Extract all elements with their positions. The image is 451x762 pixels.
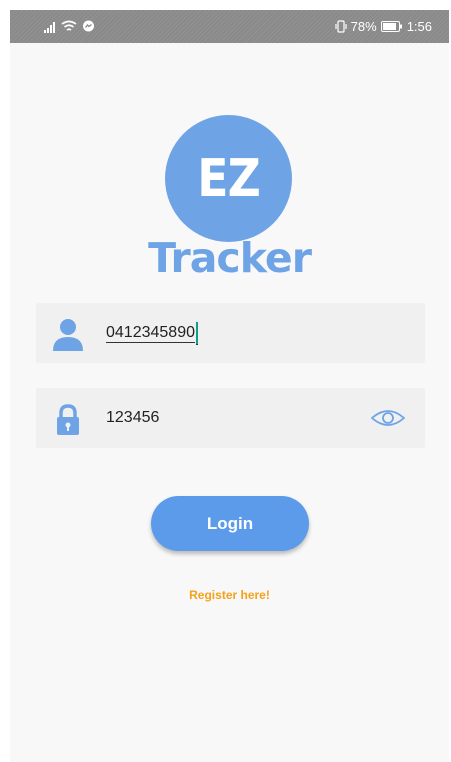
messenger-icon: [83, 20, 94, 32]
wifi-icon: [61, 20, 77, 31]
status-icons-left: [44, 18, 95, 35]
eye-icon[interactable]: [371, 407, 405, 429]
lock-icon: [57, 404, 79, 435]
status-icons-right: 78% 1:56: [335, 18, 432, 35]
phone-value[interactable]: 0412345890: [106, 303, 198, 363]
login-screen: 78% 1:56 EZ Tracker 0412345890 123456 Lo…: [10, 10, 449, 762]
login-button[interactable]: Login: [151, 496, 309, 551]
user-icon: [53, 319, 83, 351]
battery-percent: 78%: [350, 19, 377, 34]
phone-input[interactable]: 0412345890: [36, 303, 425, 363]
logo-wordmark: Tracker: [148, 234, 312, 282]
vibrate-icon: [335, 20, 347, 33]
battery-icon: [380, 21, 402, 32]
clock: 1:56: [406, 19, 432, 34]
register-link[interactable]: Register here!: [10, 588, 449, 602]
phone-text: 0412345890: [106, 323, 195, 343]
status-bar: 78% 1:56: [10, 10, 449, 43]
password-input[interactable]: 123456: [36, 388, 425, 448]
text-cursor: [195, 321, 198, 345]
logo-initials: EZ: [197, 148, 261, 209]
password-value[interactable]: 123456: [106, 388, 159, 448]
signal-icon: [44, 21, 55, 33]
logo-circle: EZ: [165, 115, 292, 242]
